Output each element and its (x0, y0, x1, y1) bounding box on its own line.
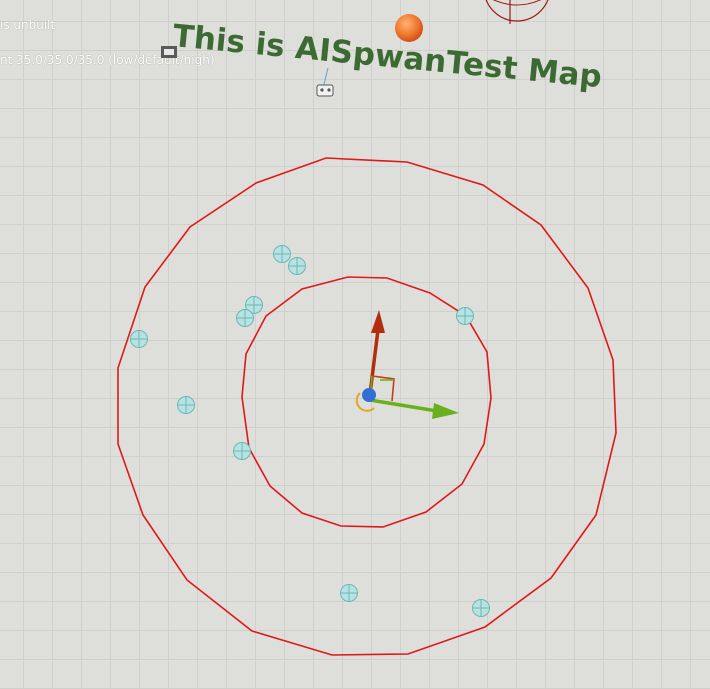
gizmo-z-handle[interactable] (362, 388, 376, 402)
scene-canvas[interactable]: This is AISpwanTest Map (0, 0, 710, 689)
inner-spawn-radius (241, 276, 492, 528)
target-point-icon[interactable] (233, 442, 251, 460)
sphere-actor[interactable] (484, 0, 550, 24)
target-point-icon[interactable] (177, 396, 195, 414)
target-point-icon[interactable] (472, 599, 490, 617)
gizmo-x-arrowhead[interactable] (432, 403, 459, 419)
target-point-icon[interactable] (288, 257, 306, 275)
map-title: This is AISpwanTest Map (171, 18, 603, 95)
gizmo-y-arrowhead[interactable] (371, 310, 385, 333)
gizmo-x-axis[interactable] (369, 398, 438, 413)
target-point-icon[interactable] (130, 330, 148, 348)
transform-gizmo-icon[interactable] (355, 310, 459, 419)
player-start-icon[interactable] (316, 67, 334, 97)
target-point-icon[interactable] (273, 245, 291, 263)
target-point-icon[interactable] (456, 307, 474, 325)
light-orb-icon[interactable] (395, 14, 423, 42)
target-point-icon[interactable] (340, 584, 358, 602)
editor-viewport[interactable]: is unbuilt nt 35.0/35.0/35.0 (low/defaul… (0, 0, 710, 689)
target-point-icon[interactable] (236, 309, 254, 327)
spawn-points (130, 245, 490, 617)
